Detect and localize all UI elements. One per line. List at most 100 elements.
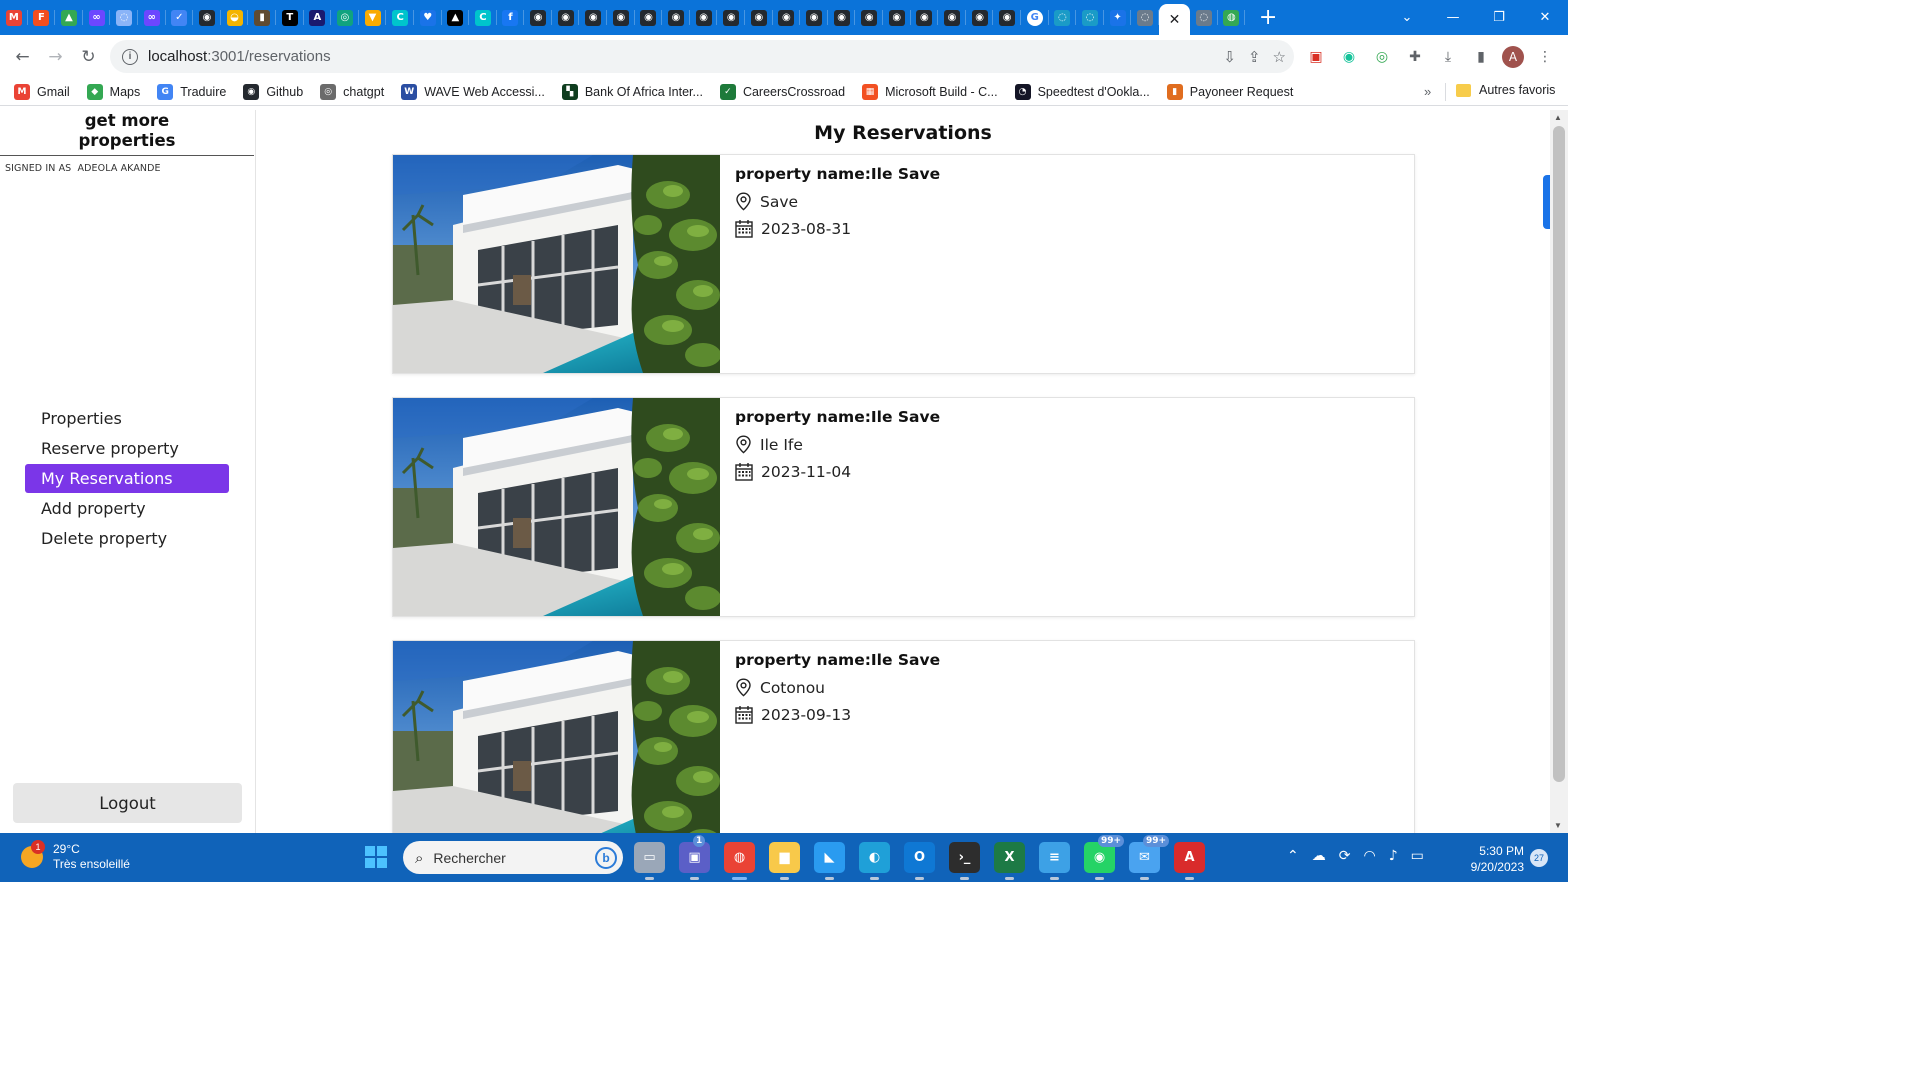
side-panel-tab[interactable] [1543, 175, 1550, 229]
browser-tab[interactable]: ◉ [607, 0, 635, 35]
browser-tab[interactable]: ◉ [635, 0, 663, 35]
scroll-up-icon[interactable]: ▲ [1554, 113, 1562, 122]
browser-tab[interactable]: ◌ [1190, 0, 1218, 35]
address-bar[interactable]: i localhost:3001/reservations ⇩ ⇪ ☆ [110, 40, 1294, 73]
browser-tab[interactable]: ◉ [662, 0, 690, 35]
browser-tab[interactable]: ✦ [1104, 0, 1132, 35]
browser-tab[interactable]: ∞ [83, 0, 111, 35]
grammarly-icon[interactable]: ◉ [1337, 45, 1361, 69]
chevron-up-icon[interactable]: ⌃ [1287, 848, 1299, 864]
browser-tab[interactable]: f [497, 0, 525, 35]
bookmark-item[interactable]: ▦ Microsoft Build - C... [862, 83, 998, 100]
install-app-icon[interactable]: ⇩ [1223, 48, 1236, 66]
puzzle-icon[interactable]: ✚ [1403, 45, 1427, 69]
acrobat-icon[interactable]: A [1174, 842, 1205, 880]
share-icon[interactable]: ⇪ [1248, 48, 1261, 66]
extension-icon[interactable]: ◎ [1370, 45, 1394, 69]
browser-tab[interactable]: ∞ [138, 0, 166, 35]
excel-icon[interactable]: X [994, 842, 1025, 880]
start-button[interactable] [365, 846, 387, 868]
bookmark-item[interactable]: W WAVE Web Accessi... [401, 83, 545, 100]
browser-tab[interactable]: G [1021, 0, 1049, 35]
bookmark-star-icon[interactable]: ☆ [1273, 48, 1286, 66]
browser-tab[interactable]: ◉ [524, 0, 552, 35]
browser-tab[interactable]: ◍ [1218, 0, 1246, 35]
bookmark-item[interactable]: ✓ CareersCrossroad [719, 83, 845, 100]
scrollbar-thumb[interactable] [1553, 126, 1565, 782]
browser-tab[interactable]: ◉ [717, 0, 745, 35]
browser-tab[interactable]: ▼ [359, 0, 387, 35]
onedrive-icon[interactable]: ☁ [1312, 848, 1326, 864]
browser-tab[interactable]: A [304, 0, 332, 35]
page-scrollbar[interactable]: ▲ ▼ [1550, 110, 1568, 833]
browser-tab[interactable]: ◉ [690, 0, 718, 35]
browser-tab[interactable]: ◉ [552, 0, 580, 35]
reservation-card[interactable]: property name:Ile Save Cotonou 2023-09-1… [392, 640, 1415, 833]
site-info-icon[interactable]: i [122, 48, 138, 65]
other-bookmarks[interactable]: Autres favoris [1456, 83, 1555, 97]
browser-tab[interactable]: C [469, 0, 497, 35]
volume-icon[interactable]: ♪ [1389, 848, 1398, 864]
tab-search-icon[interactable]: ⌄ [1384, 10, 1430, 25]
notification-count[interactable]: 27 [1530, 849, 1548, 867]
active-tab[interactable]: ✕ [1158, 4, 1190, 35]
browser-tab[interactable]: ✓ [166, 0, 194, 35]
browser-tab[interactable]: F [28, 0, 56, 35]
browser-tab[interactable]: ◉ [966, 0, 994, 35]
browser-tab[interactable]: ◉ [855, 0, 883, 35]
logout-button[interactable]: Logout [13, 783, 242, 823]
sidebar-item-delete-property[interactable]: Delete property [25, 524, 229, 553]
browser-tab[interactable]: ▮ [248, 0, 276, 35]
bookmark-item[interactable]: ◎ chatgpt [320, 83, 384, 100]
restore-icon[interactable]: ❐ [1476, 10, 1522, 25]
browser-tab[interactable]: ◒ [221, 0, 249, 35]
terminal-icon[interactable]: ›_ [949, 842, 980, 880]
brand-title[interactable]: get more properties [0, 111, 254, 156]
url-text[interactable]: localhost:3001/reservations [148, 48, 331, 65]
teams-icon[interactable]: ▣ 1 [679, 835, 710, 880]
battery-icon[interactable]: ▭ [1411, 848, 1424, 864]
reload-icon[interactable]: ↻ [72, 40, 105, 73]
browser-tab[interactable]: ◉ [579, 0, 607, 35]
browser-tab[interactable]: ◉ [745, 0, 773, 35]
chrome-icon[interactable]: ◍ [724, 842, 755, 880]
sidebar-item-my-reservations[interactable]: My Reservations [25, 464, 229, 493]
bookmark-item[interactable]: ◉ Github [243, 83, 303, 100]
browser-tab[interactable]: C [386, 0, 414, 35]
bookmark-item[interactable]: G Traduire [157, 83, 226, 100]
forward-icon[interactable]: → [39, 40, 72, 73]
weather-widget[interactable]: 1 29°C Très ensoleillé [21, 840, 130, 872]
bookmark-item[interactable]: M Gmail [14, 83, 70, 100]
browser-tab[interactable]: ◌ [1076, 0, 1104, 35]
browser-tab[interactable]: ◉ [993, 0, 1021, 35]
close-tab-icon[interactable]: ✕ [1169, 12, 1181, 28]
bookmark-item[interactable]: ▮ Payoneer Request [1166, 83, 1293, 100]
file-explorer-icon[interactable]: ▆ [769, 842, 800, 880]
reservation-card[interactable]: property name:Ile Save Ile Ife 2023-11-0… [392, 397, 1415, 617]
bookmark-item[interactable]: ◔ Speedtest d'Ookla... [1014, 83, 1150, 100]
minimize-icon[interactable]: — [1430, 10, 1476, 25]
notepad-icon[interactable]: ≡ [1039, 842, 1070, 880]
sidebar-item-reserve-property[interactable]: Reserve property [25, 434, 229, 463]
bing-icon[interactable]: b [595, 847, 617, 869]
clock[interactable]: 5:30 PM 9/20/2023 [1462, 843, 1524, 875]
back-icon[interactable]: ← [6, 40, 39, 73]
browser-tab[interactable]: ◉ [800, 0, 828, 35]
edge-icon[interactable]: ◐ [859, 842, 890, 880]
mail-icon[interactable]: ✉ 99+ [1129, 835, 1170, 880]
browser-tab[interactable]: ◉ [911, 0, 939, 35]
new-tab-button[interactable]: + [1251, 0, 1285, 35]
sidebar-item-add-property[interactable]: Add property [25, 494, 229, 523]
browser-tab[interactable]: T [276, 0, 304, 35]
download-icon[interactable]: ⤓ [1436, 45, 1460, 69]
sync-icon[interactable]: ⟳ [1339, 848, 1351, 864]
extension-icon[interactable]: ▣ [1304, 45, 1328, 69]
browser-tab[interactable]: ◌ [1131, 0, 1159, 35]
taskbar-search[interactable]: ⌕ Rechercher b [403, 841, 623, 874]
sidebar-item-properties[interactable]: Properties [25, 404, 229, 433]
browser-tab[interactable]: ▲ [442, 0, 470, 35]
browser-tab[interactable]: M [0, 0, 28, 35]
more-bookmarks-icon[interactable]: » [1424, 84, 1431, 99]
browser-tab[interactable]: ◉ [828, 0, 856, 35]
browser-tab[interactable]: ◉ [773, 0, 801, 35]
